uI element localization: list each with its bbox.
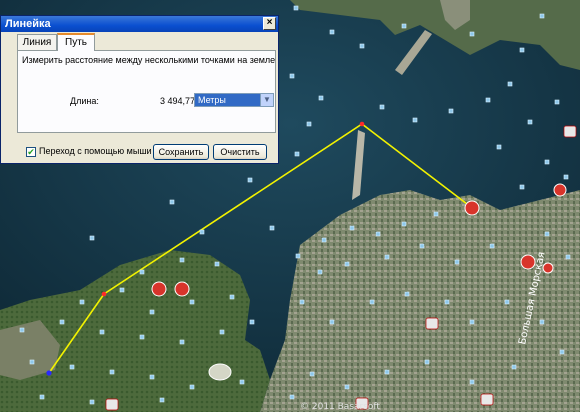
path-point[interactable] [101,291,107,297]
length-value: 3 494,77 [160,96,196,106]
map-copyright: © 2011 Basarsoft [300,402,380,412]
length-label: Длина: [70,96,99,106]
panel-description: Измерить расстояние между несколькими то… [22,55,276,65]
save-button[interactable]: Сохранить [153,144,209,160]
close-button[interactable]: × [263,17,276,30]
tab-path[interactable]: Путь [57,33,95,51]
mouse-nav-label: Переход с помощью мыши [39,146,152,156]
path-point[interactable] [359,121,365,127]
unit-select-value: Метры [198,95,226,105]
stadium [208,363,232,381]
tab-line[interactable]: Линия [17,34,57,50]
dialog-title: Линейка [5,18,51,30]
ruler-dialog: Линейка × Линия Путь Измерить расстояние… [0,15,279,164]
clear-button[interactable]: Очистить [213,144,267,160]
mouse-nav-checkbox[interactable]: ✔ [26,147,36,157]
path-start-point[interactable] [46,370,52,376]
dialog-titlebar[interactable]: Линейка × [1,16,278,32]
chevron-down-icon[interactable]: ▼ [260,94,273,106]
unit-select[interactable]: Метры ▼ [194,93,274,107]
path-panel: Измерить расстояние между несколькими то… [17,50,276,133]
